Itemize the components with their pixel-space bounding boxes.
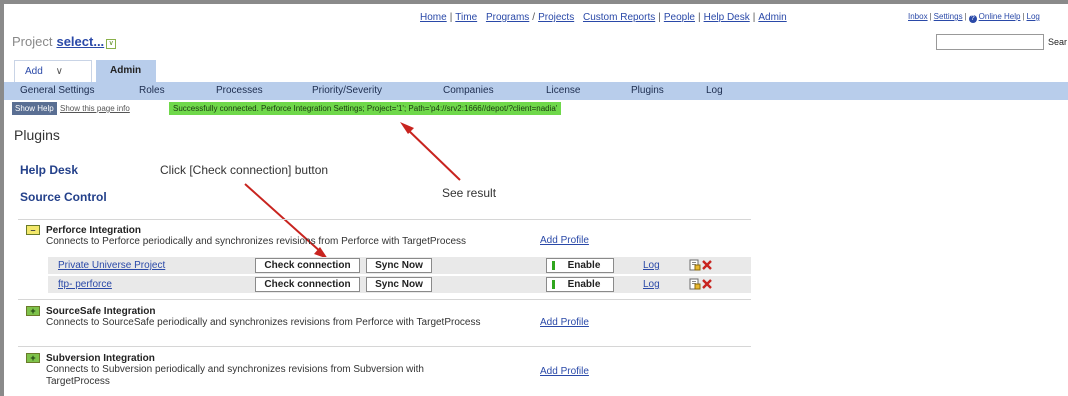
user-links: Inbox | Settings |? Online Help | Log: [908, 12, 1040, 23]
project-select-link[interactable]: select...: [56, 34, 104, 49]
nav-projects[interactable]: Projects: [538, 12, 574, 23]
nav-separator: /: [532, 12, 536, 23]
link-separator: |: [964, 12, 967, 21]
subnav-log[interactable]: Log: [706, 85, 723, 96]
project-selector: Project select... ∨: [12, 34, 117, 49]
sync-now-button[interactable]: Sync Now: [366, 258, 432, 273]
subnav-general-settings[interactable]: General Settings: [20, 85, 95, 96]
source-control-heading: Source Control: [20, 190, 107, 204]
check-connection-button[interactable]: Check connection: [255, 258, 360, 273]
nav-separator: |: [449, 12, 453, 23]
profile-log-link[interactable]: Log: [643, 260, 660, 271]
online-help-link[interactable]: Online Help: [979, 12, 1021, 21]
enabled-indicator: [552, 261, 555, 270]
plugin-title-perforce: Perforce Integration: [46, 225, 142, 236]
enable-button[interactable]: Enable: [546, 258, 614, 273]
settings-link[interactable]: Settings: [934, 12, 963, 21]
nav-separator: [577, 12, 580, 23]
expand-icon[interactable]: +: [26, 353, 40, 363]
expand-icon[interactable]: +: [26, 306, 40, 316]
plugin-list-top-border: [18, 219, 751, 220]
profile-name-link[interactable]: Private Universe Project: [58, 260, 165, 271]
add-profile-sourcesafe[interactable]: Add Profile: [540, 317, 589, 328]
subnav-priority-severity[interactable]: Priority/Severity: [312, 85, 382, 96]
plugin-separator: [18, 346, 751, 347]
add-profile-perforce[interactable]: Add Profile: [540, 235, 589, 246]
nav-separator: |: [752, 12, 756, 23]
profile-log-link[interactable]: Log: [643, 279, 660, 290]
profile-row: ftp- perforce Check connection Sync Now …: [48, 276, 751, 294]
tab-admin[interactable]: Admin: [96, 60, 156, 82]
help-circle-icon: ?: [968, 15, 977, 23]
success-message: Successfully connected. Perforce Integra…: [169, 102, 562, 115]
link-separator: |: [929, 12, 932, 21]
plugin-separator: [18, 299, 751, 300]
nav-admin[interactable]: Admin: [758, 12, 786, 23]
show-page-info-link[interactable]: Show this page info: [60, 104, 130, 113]
inbox-link[interactable]: Inbox: [908, 12, 928, 21]
dropdown-icon[interactable]: ∨: [106, 39, 117, 49]
tab-bar: Add ∨ Admin: [4, 60, 1068, 82]
plugin-desc-perforce: Connects to Perforce periodically and sy…: [46, 236, 466, 247]
subnav-license[interactable]: License: [546, 85, 580, 96]
chevron-down-icon: ∨: [55, 66, 63, 77]
tab-add-label: Add: [25, 66, 43, 77]
subnav-plugins[interactable]: Plugins: [631, 85, 664, 96]
admin-subnav: General Settings Roles Processes Priorit…: [4, 82, 1068, 100]
delete-profile-icon[interactable]: [701, 278, 713, 290]
annotation-see-result: See result: [442, 186, 497, 200]
enable-label: Enable: [567, 279, 601, 290]
enable-button[interactable]: Enable: [546, 277, 614, 292]
search-input[interactable]: [936, 34, 1044, 50]
enabled-indicator: [552, 280, 555, 289]
nav-time[interactable]: Time: [455, 12, 477, 23]
check-connection-button[interactable]: Check connection: [255, 277, 360, 292]
edit-profile-icon[interactable]: [689, 278, 701, 290]
collapse-icon[interactable]: –: [26, 225, 40, 235]
nav-programs[interactable]: Programs: [486, 12, 529, 23]
subnav-companies[interactable]: Companies: [443, 85, 494, 96]
nav-help-desk[interactable]: Help Desk: [704, 12, 750, 23]
top-nav: Home | Time Programs / Projects Custom Repor…: [420, 12, 787, 23]
annotation-click-note: Click [Check connection] button: [160, 163, 329, 177]
plugin-desc-subversion: Connects to Subversion periodically and …: [46, 364, 424, 387]
subnav-processes[interactable]: Processes: [216, 85, 263, 96]
page-title: Plugins: [14, 127, 60, 143]
nav-custom-reports[interactable]: Custom Reports: [583, 12, 655, 23]
link-separator: |: [1022, 12, 1025, 21]
sync-now-button[interactable]: Sync Now: [366, 277, 432, 292]
plugin-desc-sourcesafe: Connects to SourceSafe periodically and …: [46, 317, 481, 328]
nav-separator: |: [697, 12, 701, 23]
profile-row: Private Universe Project Check connectio…: [48, 257, 751, 275]
help-desk-heading: Help Desk: [20, 163, 79, 177]
nav-separator: [480, 12, 483, 23]
search-button[interactable]: Sear: [1048, 37, 1067, 47]
show-help-button[interactable]: Show Help: [12, 102, 57, 115]
logout-link[interactable]: Log: [1027, 12, 1040, 21]
profile-name-link[interactable]: ftp- perforce: [58, 279, 112, 290]
tab-add[interactable]: Add ∨: [14, 60, 92, 82]
nav-home[interactable]: Home: [420, 12, 447, 23]
add-profile-subversion[interactable]: Add Profile: [540, 366, 589, 377]
project-label: Project: [12, 34, 53, 49]
edit-profile-icon[interactable]: [689, 259, 701, 271]
subnav-roles[interactable]: Roles: [139, 85, 165, 96]
nav-people[interactable]: People: [664, 12, 695, 23]
delete-profile-icon[interactable]: [701, 259, 713, 271]
plugin-title-sourcesafe: SourceSafe Integration: [46, 306, 156, 317]
enable-label: Enable: [567, 260, 601, 271]
nav-separator: |: [658, 12, 661, 23]
plugin-title-subversion: Subversion Integration: [46, 353, 155, 364]
